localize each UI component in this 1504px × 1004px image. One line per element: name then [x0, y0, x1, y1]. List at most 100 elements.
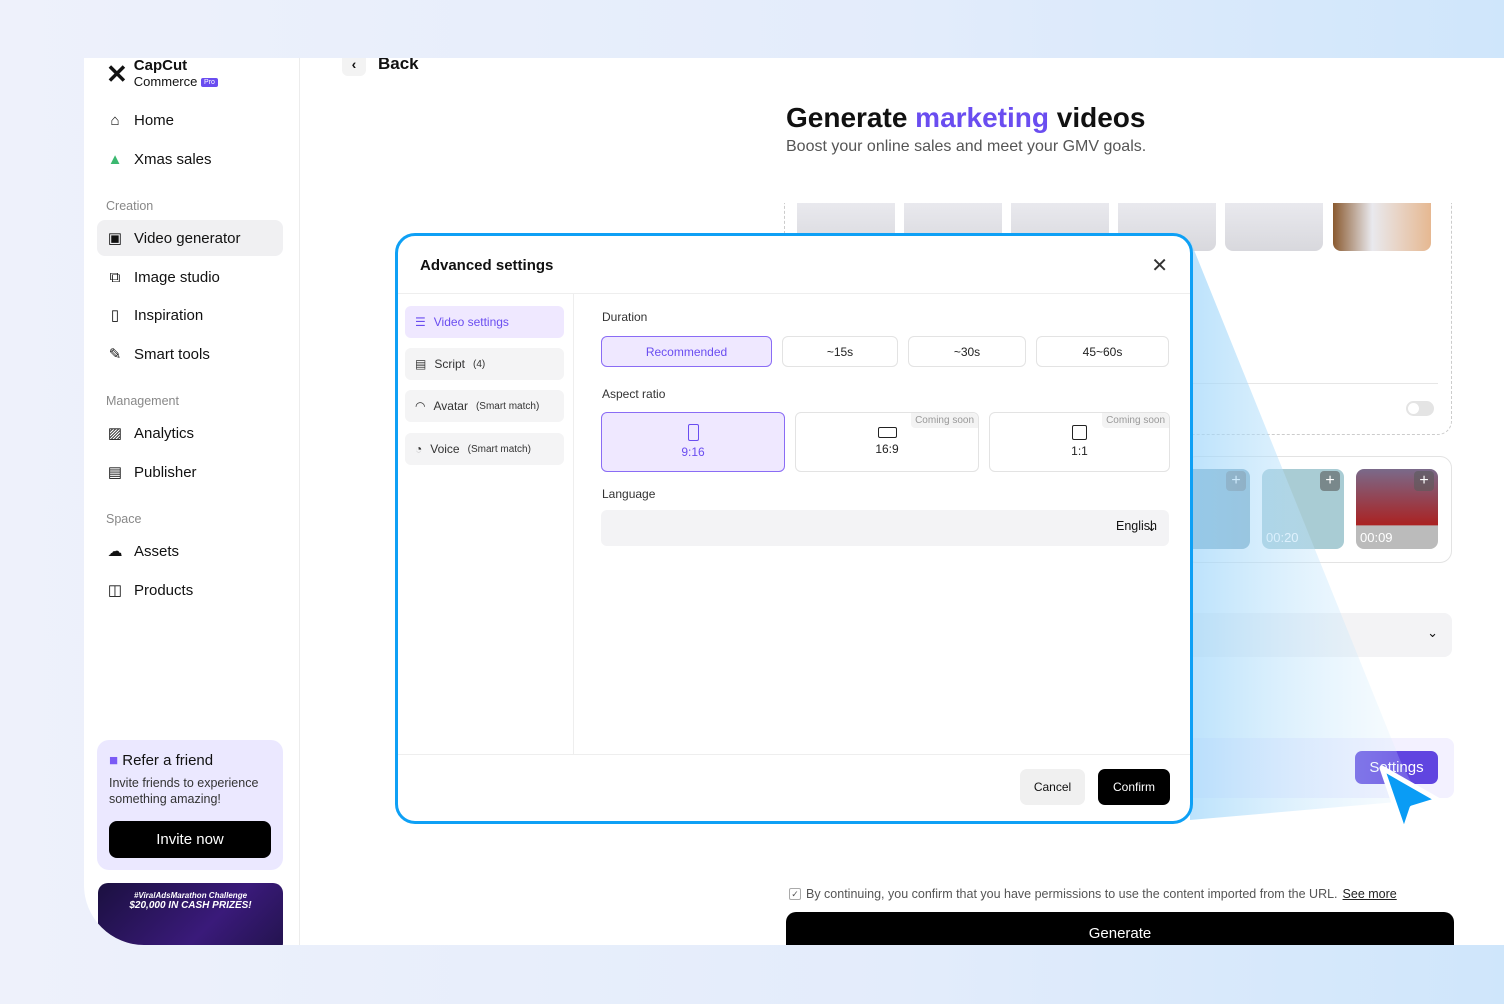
coming-soon-badge: Coming soon — [911, 413, 978, 428]
chevron-down-icon: ⌄ — [1427, 625, 1438, 640]
dropdown[interactable]: ⌄ — [1184, 613, 1452, 657]
banner-line1: #ViralAdsMarathon Challenge — [133, 891, 248, 900]
plus-icon[interactable]: + — [1320, 471, 1340, 491]
aspect-1-1[interactable]: Coming soon 1:1 — [989, 412, 1170, 472]
calendar-icon: ▤ — [107, 464, 123, 481]
back-label: Back — [378, 58, 419, 73]
sidebar-item-label: Products — [134, 581, 194, 599]
chevron-left-icon: ‹ — [342, 58, 366, 76]
brand-product: Commerce — [133, 74, 198, 89]
cloud-icon: ☁ — [107, 543, 123, 560]
page-title: Generate marketing videos — [786, 102, 1146, 133]
sidebar-item-label: Xmas sales — [134, 150, 212, 168]
script-icon: ▤ — [415, 357, 427, 371]
see-more-link[interactable]: See more — [1343, 887, 1397, 901]
sidebar-item-label: Publisher — [134, 463, 197, 481]
refer-title: Refer a friend — [122, 752, 214, 769]
video-plus-icon: ▣ — [107, 230, 123, 247]
duration-recommended[interactable]: Recommended — [601, 336, 772, 367]
settings-tabs: ☰ Video settings ▤ Script (4) ◠ Avatar (Smart… — [398, 294, 574, 754]
video-clip[interactable]: +00:20 — [1262, 469, 1344, 549]
chart-icon: ▨ — [107, 425, 123, 442]
logo[interactable]: ✕ CapCut Commerce Pro — [106, 58, 218, 89]
consent-checkbox[interactable]: ✓ — [789, 888, 801, 900]
image-icon: ⧉ — [109, 268, 121, 286]
pro-badge: Pro — [201, 78, 218, 88]
invite-now-button[interactable]: Invite now — [109, 821, 271, 858]
sidebar-item-inspiration[interactable]: ▯ Inspiration — [97, 297, 283, 333]
sidebar-item-products[interactable]: ◫ Products — [97, 572, 283, 608]
plus-icon[interactable]: + — [1226, 471, 1246, 491]
cancel-button[interactable]: Cancel — [1020, 769, 1085, 805]
sidebar-item-label: Video generator — [134, 229, 241, 247]
banner-line2: $20,000 IN CASH PRIZES! — [129, 900, 252, 911]
plus-icon[interactable]: + — [1414, 471, 1434, 491]
consent: ✓ By continuing, you confirm that you hav… — [789, 887, 1397, 901]
video-clips: +07 +00:20 +00:09 — [1168, 456, 1452, 563]
brand-name: CapCut — [133, 58, 188, 74]
square-icon — [1072, 425, 1087, 440]
duration-30s[interactable]: ~30s — [908, 336, 1026, 367]
sidebar: ✕ CapCut Commerce Pro ⌂ Home ▲ Xmas sales C… — [84, 58, 300, 945]
promo-banner[interactable]: #ViralAdsMarathon Challenge $20,000 IN C… — [98, 883, 283, 945]
sidebar-item-publisher[interactable]: ▤ Publisher — [97, 454, 283, 490]
close-icon[interactable]: ✕ — [1151, 253, 1168, 278]
advanced-settings-modal: Advanced settings ✕ ☰ Video settings ▤ Scr… — [395, 233, 1193, 824]
bag-icon: ◫ — [107, 582, 123, 599]
aspect-ratio-label: Aspect ratio — [602, 387, 666, 401]
tab-video-settings[interactable]: ☰ Video settings — [405, 306, 564, 338]
consent-text: By continuing, you confirm that you have… — [806, 887, 1338, 901]
sidebar-item-home[interactable]: ⌂ Home — [97, 102, 283, 138]
capcut-logo-icon: ✕ — [106, 58, 128, 89]
section-creation: Creation — [106, 199, 154, 213]
duration-label: Duration — [602, 310, 648, 324]
modal-title: Advanced settings — [420, 257, 554, 274]
sidebar-item-label: Assets — [134, 542, 180, 560]
home-icon: ⌂ — [110, 111, 120, 129]
coming-soon-badge: Coming soon — [1102, 413, 1169, 428]
sidebar-item-label: Inspiration — [134, 306, 204, 324]
sidebar-item-label: Image studio — [134, 268, 220, 286]
section-space: Space — [106, 512, 142, 526]
tree-icon: ▲ — [107, 150, 123, 168]
tab-avatar[interactable]: ◠ Avatar (Smart match) — [405, 390, 564, 422]
language-label: Language — [602, 487, 656, 501]
voice-icon: ◔ — [415, 442, 423, 456]
sidebar-item-video-generator[interactable]: ▣ Video generator — [97, 220, 283, 256]
duration-45-60s[interactable]: 45~60s — [1036, 336, 1169, 367]
tab-script[interactable]: ▤ Script (4) — [405, 348, 564, 380]
gift-icon: ■ — [109, 752, 119, 769]
refer-card: ■ Refer a friend Invite friends to exper… — [97, 740, 283, 870]
page-subtitle: Boost your online sales and meet your GM… — [786, 138, 1147, 155]
avatar-icon: ◠ — [415, 399, 426, 413]
tab-voice[interactable]: ◔ Voice (Smart match) — [405, 433, 564, 465]
sidebar-item-image-studio[interactable]: ⧉ Image studio — [97, 259, 283, 295]
sidebar-item-label: Home — [134, 111, 175, 129]
sidebar-item-smart-tools[interactable]: ✎ Smart tools — [97, 336, 283, 372]
chevron-down-icon: ⌄ — [1146, 520, 1157, 534]
product-image[interactable] — [1333, 203, 1431, 251]
video-clip[interactable]: +00:09 — [1356, 469, 1438, 549]
refer-text: Invite friends to experience something a… — [109, 776, 259, 806]
section-management: Management — [106, 394, 179, 408]
sliders-icon: ☰ — [415, 315, 426, 329]
generate-button[interactable]: Generate — [786, 912, 1454, 945]
confirm-button[interactable]: Confirm — [1098, 769, 1170, 805]
sidebar-item-label: Smart tools — [134, 345, 210, 363]
sidebar-item-label: Analytics — [134, 424, 195, 442]
inspiration-icon: ▯ — [110, 307, 120, 324]
back-button[interactable]: ‹ Back — [342, 58, 419, 76]
portrait-icon — [687, 424, 699, 441]
sidebar-item-assets[interactable]: ☁ Assets — [97, 533, 283, 569]
product-image[interactable] — [1225, 203, 1323, 251]
magic-wand-icon: ✎ — [108, 346, 122, 363]
duration-15s[interactable]: ~15s — [782, 336, 898, 367]
aspect-16-9[interactable]: Coming soon 16:9 — [795, 412, 979, 472]
aspect-9-16[interactable]: 9:16 — [601, 412, 785, 472]
sidebar-item-analytics[interactable]: ▨ Analytics — [97, 415, 283, 451]
toggle-switch[interactable] — [1406, 401, 1434, 416]
language-select[interactable]: English ⌄ — [601, 510, 1169, 546]
cursor-pointer-icon — [1379, 765, 1441, 835]
sidebar-item-xmas-sales[interactable]: ▲ Xmas sales — [97, 141, 283, 177]
landscape-icon — [877, 427, 897, 438]
